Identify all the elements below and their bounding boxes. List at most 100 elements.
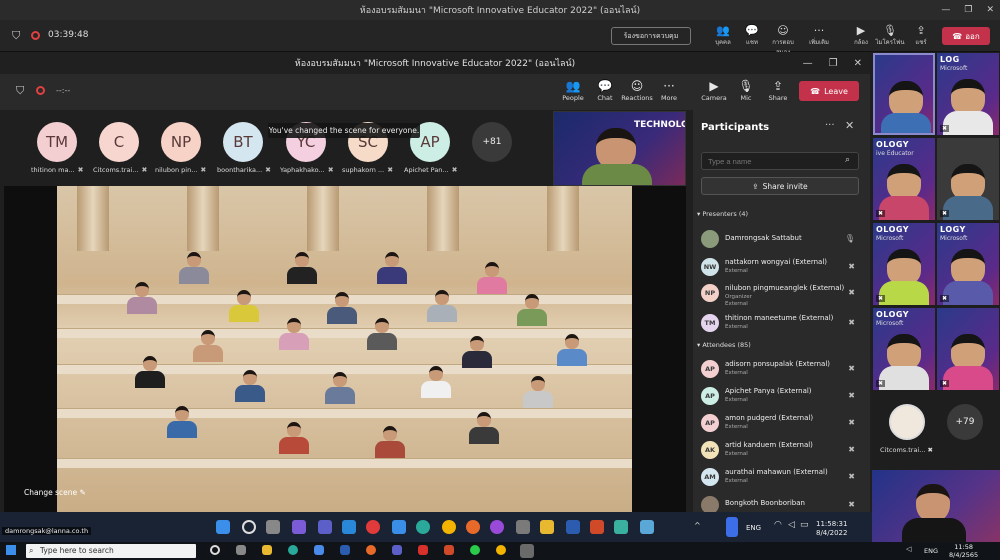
app-icon[interactable] [614,520,628,534]
close-icon[interactable]: ✕ [845,119,854,132]
edge-icon[interactable] [416,520,430,534]
clock[interactable]: 11:58 8/4/2565 [949,543,978,559]
app-icon[interactable] [490,520,504,534]
gallery-video-tile[interactable]: OLOGY ive Educator ✖ [873,138,935,220]
participant-row[interactable]: NP nilubon pingmueanglek (External) Orga… [701,282,863,312]
firefox-icon[interactable] [466,520,480,534]
gallery-video-tile[interactable]: LOGY Microsoft ✖ [937,223,999,305]
leave-button[interactable]: ☎ Leave [799,81,859,101]
reactions-button[interactable]: ☺ Reactions [620,79,654,102]
participant-avatar[interactable]: BT [223,122,263,162]
participant-row[interactable]: AK artid kanduem (External) External ✖ [701,439,863,463]
volume-icon[interactable]: ◁ [906,545,911,553]
teams-icon[interactable] [392,545,402,555]
powerpoint-icon[interactable] [444,545,454,555]
gallery-video-tile[interactable]: ✖ [937,138,999,220]
scene-arch [307,186,339,251]
gallery-video-tile[interactable]: OLOGY Microsoft ✖ [873,223,935,305]
mic-button[interactable]: 🎙 Mic [729,79,763,102]
windows-start-icon[interactable] [216,520,230,534]
chat-app-icon[interactable] [292,520,306,534]
powerpoint-icon[interactable] [590,520,604,534]
clock[interactable]: 11:58:31 8/4/2022 [816,520,847,538]
file-explorer-icon[interactable] [540,520,554,534]
app-icon[interactable] [640,520,654,534]
more-options-icon[interactable]: ··· [825,120,835,131]
close-icon[interactable]: ✕ [986,5,994,15]
outer-more-button[interactable]: ··· เพิ่มเติม [802,24,836,47]
word-icon[interactable] [340,545,350,555]
gallery-video-tile[interactable]: LOG Microsoft ✖ [937,53,999,135]
volume-icon[interactable]: ◁ [788,520,795,530]
more-participants-button[interactable]: +79 [947,404,983,440]
language-indicator[interactable]: ENG [746,524,761,532]
camera-icon: ▶ [709,79,719,93]
word-icon[interactable] [566,520,580,534]
attendees-heading[interactable]: ▾ Attendees (85) [697,341,751,349]
mic-icon[interactable] [726,517,738,537]
presenter-face [916,484,950,522]
restore-icon[interactable]: ❐ [829,58,838,69]
minimize-icon[interactable]: — [941,5,950,15]
app-icon[interactable] [392,520,406,534]
participant-row[interactable]: NW nattakorn wongyai (External) External… [701,256,863,280]
share-button[interactable]: ⇪ Share [761,79,795,102]
gallery-video-tile[interactable]: ✖ [937,308,999,390]
minimize-icon[interactable]: — [803,58,813,69]
chat-button[interactable]: 💬 Chat [588,79,622,102]
search-icon[interactable]: ⌕ [845,155,850,165]
search-icon[interactable] [242,520,256,534]
participant-avatar[interactable]: NP [161,122,201,162]
presenter-body [902,518,966,542]
task-view-icon[interactable] [266,520,280,534]
participant-search-input[interactable] [701,152,859,170]
restore-icon[interactable]: ❐ [964,5,972,15]
zoom-icon[interactable] [342,520,356,534]
participant-row[interactable]: AP amon pudgerd (External) External ✖ [701,412,863,436]
avatar: AP [701,387,719,405]
task-view-icon[interactable] [236,545,246,555]
outer-mic-button[interactable]: 🎙 ไมโครโฟน [873,24,907,47]
close-icon[interactable]: ✕ [854,58,862,69]
line-icon[interactable] [470,545,480,555]
request-control-button[interactable]: ร้องขอการควบคุม [611,27,691,45]
store-icon[interactable] [314,545,324,555]
participant-avatar[interactable]: TM [37,122,77,162]
outer-leave-button[interactable]: ☎ ออก [942,27,990,45]
people-button[interactable]: 👥 People [556,79,590,102]
share-invite-button[interactable]: ⇪ Share invite [701,177,859,195]
participant-row[interactable]: AP adisorn ponsupalak (External) Externa… [701,358,863,382]
chrome-icon[interactable] [442,520,456,534]
language-indicator[interactable]: ENG [924,547,938,555]
presenter-video-tile[interactable]: TECHNOLOGY [553,111,686,186]
participant-row[interactable]: TM thitinon maneetume (External) Externa… [701,312,863,336]
chrome-icon[interactable] [496,545,506,555]
edge-icon[interactable] [288,545,298,555]
participant-avatar[interactable]: C [99,122,139,162]
outer-chat-button[interactable]: 💬 แชท [735,24,769,47]
avatar[interactable] [889,404,925,440]
presenters-heading[interactable]: ▾ Presenters (4) [697,210,748,218]
file-explorer-icon[interactable] [262,545,272,555]
gallery-video-tile[interactable]: OLOGY Microsoft ✖ [873,308,935,390]
pdf-icon[interactable] [418,545,428,555]
app-icon[interactable] [516,520,530,534]
remote-desktop-icon[interactable] [520,544,534,558]
teams-icon[interactable] [318,520,332,534]
participant-row[interactable]: AM aurathai mahawun (External) External … [701,466,863,490]
gallery-video-tile[interactable] [873,53,935,135]
more-button[interactable]: ··· More [652,79,686,102]
windows-start-icon[interactable] [6,545,16,555]
outer-share-button[interactable]: ⇪ แชร์ [904,24,938,47]
change-scene-button[interactable]: Change scene ✎ [24,488,86,497]
cortana-icon[interactable] [210,545,220,555]
participant-row[interactable]: AP Apichet Panya (External) External ✖ [701,385,863,409]
firefox-icon[interactable] [366,545,376,555]
camera-button[interactable]: ▶ Camera [697,79,731,102]
gallery-video-tile[interactable] [872,470,1000,542]
chevron-up-icon[interactable]: ^ [694,521,701,530]
taskbar-search-input[interactable]: ⌕ Type here to search [26,544,196,558]
app-icon[interactable] [366,520,380,534]
more-participants-button[interactable]: +81 [472,122,512,162]
participant-row[interactable]: Damrongsak Sattabut 🎙 [701,228,863,252]
